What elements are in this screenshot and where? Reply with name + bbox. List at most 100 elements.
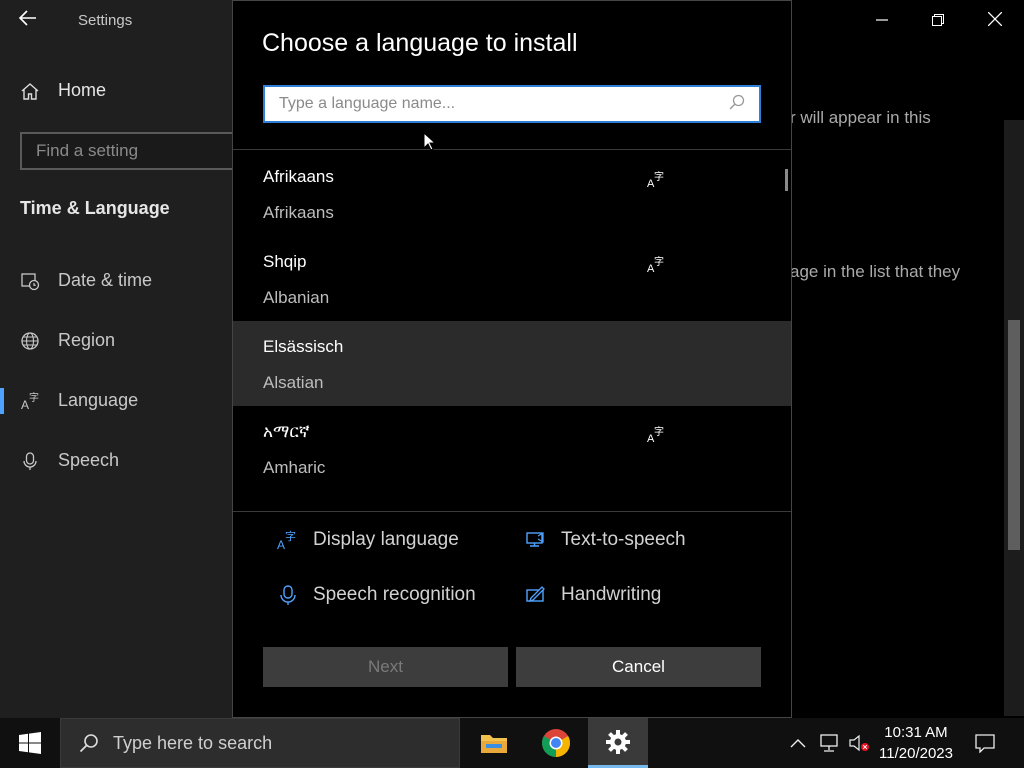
language-item-partial[interactable] [233,491,791,511]
action-center-button[interactable] [968,718,1002,768]
language-item-albanian[interactable]: Shqip Albanian A字 [233,236,791,321]
language-list-scrollbar[interactable] [785,169,788,191]
nav-speech-label: Speech [58,450,120,470]
display-language-icon: A字 [277,529,299,551]
language-search-box[interactable] [263,85,761,123]
restore-button[interactable] [918,6,958,34]
taskbar: Type here to search 10:31 AM 11/20/2023 [0,718,1024,768]
language-item-afrikaans[interactable]: Afrikaans Afrikaans A字 [233,151,791,236]
language-item-amharic[interactable]: አማርኛ Amharic A字 [233,406,791,491]
volume-muted-icon [849,734,869,752]
close-button[interactable] [975,6,1015,34]
language-search-input[interactable] [279,95,729,113]
find-setting-input[interactable]: Find a setting [20,132,260,170]
gear-icon [606,729,630,754]
network-icon [820,734,838,752]
microphone-icon [277,584,299,606]
handwriting-icon [525,584,547,606]
display-language-feature-icon: A字 [647,254,669,275]
nav-speech[interactable]: Speech [20,450,119,471]
nav-region[interactable]: Region [20,330,115,351]
globe-icon [20,331,40,351]
show-hidden-icons-button[interactable] [786,718,810,768]
search-icon [729,94,745,114]
main-scrollbar[interactable] [1004,120,1024,716]
settings-taskbar-button[interactable] [588,718,648,768]
svg-text:字: 字 [29,391,39,404]
language-english-name: Afrikaans [263,203,334,222]
start-button[interactable] [0,718,60,768]
volume-button[interactable] [846,718,872,768]
calendar-clock-icon [20,271,40,291]
network-button[interactable] [816,718,842,768]
back-button[interactable] [18,8,42,32]
language-native-name: Elsässisch [263,337,344,356]
text-to-speech-icon [525,529,547,551]
display-language-feature-icon: A字 [647,424,669,445]
clock-time: 10:31 AM [884,724,948,741]
microphone-icon [20,451,40,471]
notification-icon [975,734,995,753]
choose-language-dialog: Choose a language to install Afrikaans A… [232,0,792,718]
svg-text:字: 字 [654,255,664,268]
nav-date-time-label: Date & time [58,270,153,290]
section-title: Time & Language [20,198,170,218]
minimize-button[interactable] [862,6,902,34]
nav-region-label: Region [58,330,116,350]
language-native-name: Afrikaans [263,167,334,186]
language-item-alsatian[interactable]: Elsässisch Alsatian [233,321,791,406]
home-label: Home [58,80,107,100]
svg-text:字: 字 [285,529,296,543]
legend-display-language-label: Display language [313,529,459,550]
language-english-name: Amharic [263,458,326,477]
chrome-icon [542,729,570,757]
legend-speech-recognition-label: Speech recognition [313,584,476,605]
svg-text:A: A [21,398,29,411]
file-explorer-button[interactable] [464,718,524,768]
taskbar-search-placeholder: Type here to search [113,732,273,753]
find-setting-placeholder: Find a setting [36,141,139,160]
minimize-icon [876,19,888,21]
taskbar-search-box[interactable]: Type here to search [60,718,460,768]
cancel-button[interactable]: Cancel [516,647,761,687]
folder-icon [481,735,507,753]
language-english-name: Alsatian [263,373,324,392]
legend-text-to-speech: Text-to-speech [525,529,686,551]
dialog-title: Choose a language to install [262,29,578,57]
search-icon [79,734,98,753]
nav-language[interactable]: A字 Language [20,390,138,411]
close-icon [987,11,1003,27]
svg-text:字: 字 [654,425,664,438]
restore-icon [932,14,944,26]
language-list: Afrikaans Afrikaans A字 Shqip Albanian A字… [233,151,791,511]
clock-date: 11/20/2023 [879,745,953,762]
next-button[interactable]: Next [263,647,508,687]
home-nav[interactable]: Home [20,80,106,101]
nav-language-label: Language [58,390,139,410]
background-description-line-1: r will appear in this [790,108,931,127]
back-arrow-icon [18,10,36,26]
chevron-up-icon [790,739,806,748]
legend-speech-recognition: Speech recognition [277,584,476,606]
mouse-cursor-icon [423,131,437,157]
svg-text:字: 字 [654,170,664,183]
taskbar-clock[interactable]: 10:31 AM 11/20/2023 [872,722,960,764]
legend-display-language: A字 Display language [277,529,459,551]
nav-date-time[interactable]: Date & time [20,270,152,291]
language-native-name: አማርኛ [263,422,310,441]
background-description-line-2: age in the list that they [790,262,961,281]
nav-selected-indicator [0,388,4,414]
settings-sidebar: Settings Home Find a setting Time & Lang… [0,0,260,718]
main-scrollbar-thumb[interactable] [1008,320,1020,550]
list-bottom-divider [233,511,791,512]
language-english-name: Albanian [263,288,330,307]
home-icon [21,82,39,100]
app-title: Settings [78,12,133,29]
chrome-button[interactable] [526,718,586,768]
windows-logo-icon [19,732,41,754]
list-top-divider [233,149,791,150]
language-native-name: Shqip [263,252,307,271]
legend-text-to-speech-label: Text-to-speech [561,529,686,550]
svg-text:A: A [277,538,285,551]
language-icon: A字 [20,391,40,411]
